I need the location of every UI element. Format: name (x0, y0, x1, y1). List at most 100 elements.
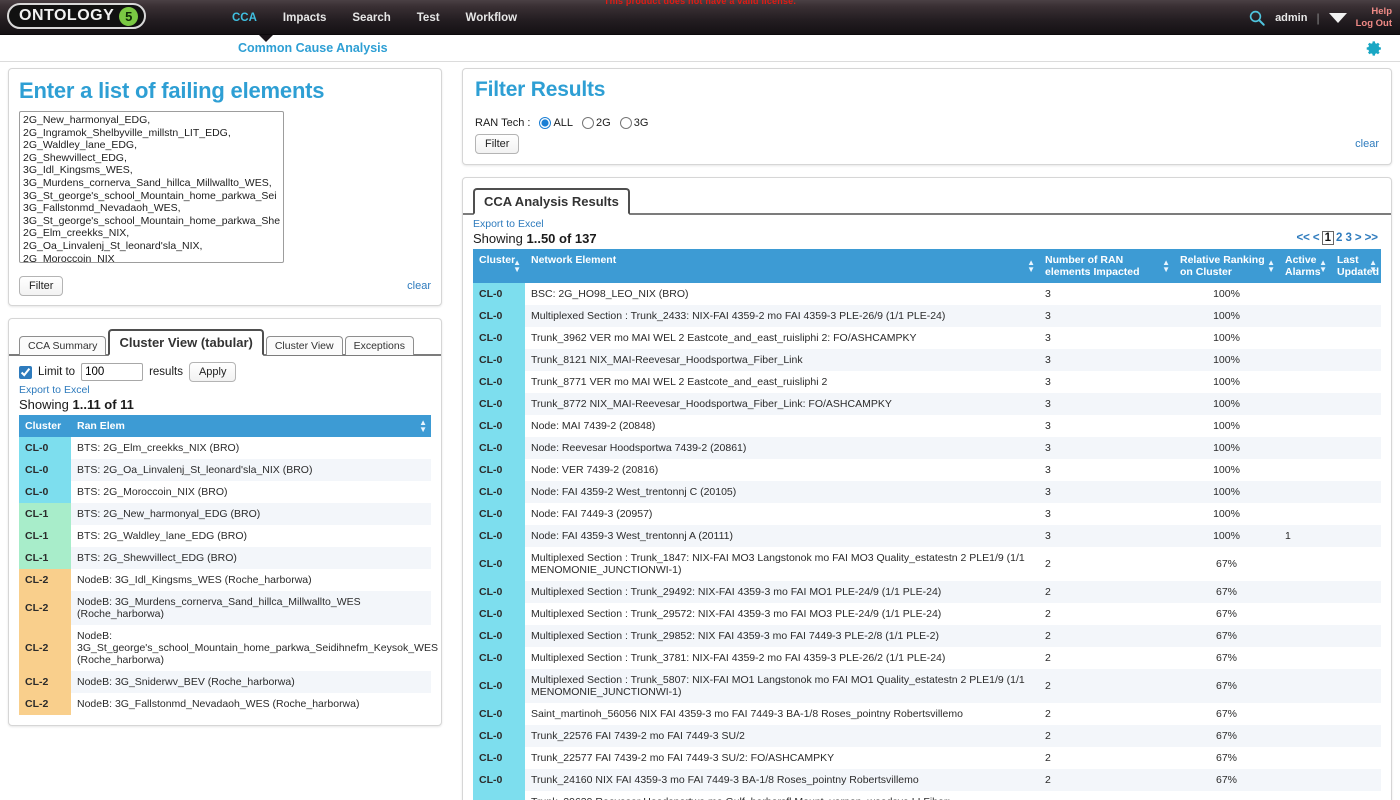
table-row[interactable]: CL-2NodeB: 3G_Sniderwv_BEV (Roche_harbor… (19, 671, 431, 693)
pager-page-3[interactable]: 3 (1344, 232, 1352, 244)
pager-last[interactable]: >> (1364, 232, 1379, 244)
pager-first[interactable]: << (1295, 232, 1310, 244)
pager-page-1[interactable]: 1 (1322, 231, 1334, 245)
table-row[interactable]: CL-0Trunk_8772 NIX_MAI-Reevesar_Hoodspor… (473, 393, 1381, 415)
table-row[interactable]: CL-0Node: VER 7439-2 (20816)3100% (473, 459, 1381, 481)
table-row[interactable]: CL-0BTS: 2G_Elm_creekks_NIX (BRO) (19, 437, 431, 459)
cca-analysis-results-table: Cluster ▲▼ Network Element ▲▼ Number of … (473, 249, 1381, 800)
export-to-excel-link-left[interactable]: Export to Excel (9, 384, 441, 396)
table-row[interactable]: CL-0Node: Reevesar Hoodsportwa 7439-2 (2… (473, 437, 1381, 459)
apply-button[interactable]: Apply (189, 362, 237, 382)
col-cluster[interactable]: Cluster (19, 415, 71, 437)
failing-elements-input[interactable]: 2G_New_harmonyal_EDG, 2G_Ingramok_Shelby… (19, 111, 284, 263)
col-network-element[interactable]: Network Element ▲▼ (525, 249, 1039, 283)
filter-button-right[interactable]: Filter (475, 134, 519, 154)
table-row[interactable]: CL-0Multiplexed Section : Trunk_29852: N… (473, 625, 1381, 647)
cell-ran-elements-impacted: 2 (1039, 625, 1174, 647)
table-row[interactable]: CL-0Trunk_8771 VER mo MAI WEL 2 Eastcote… (473, 371, 1381, 393)
tab-cluster-view-tabular[interactable]: Cluster View (tabular) (108, 329, 263, 356)
filter-actions-right: Filter clear (463, 129, 1391, 164)
radio-2g[interactable] (582, 117, 594, 129)
pagination: << < 1 2 3 > >> (1295, 231, 1379, 245)
limit-value-input[interactable] (81, 363, 143, 381)
table-row[interactable]: CL-0Trunk_3962 VER mo MAI WEL 2 Eastcote… (473, 327, 1381, 349)
nav-item-workflow[interactable]: Workflow (466, 12, 518, 24)
cell-last-updated (1331, 415, 1381, 437)
cell-network-element: Saint_martinoh_56056 NIX FAI 4359-3 mo F… (525, 703, 1039, 725)
radio-3g[interactable] (620, 117, 632, 129)
tab-cluster-view[interactable]: Cluster View (266, 336, 343, 355)
table-row[interactable]: CL-0Trunk_24160 NIX FAI 4359-3 mo FAI 74… (473, 769, 1381, 791)
chevron-down-icon[interactable] (1329, 13, 1347, 23)
sort-icon[interactable]: ▲▼ (1319, 259, 1327, 273)
cell-ran-elem: BTS: 2G_Elm_creekks_NIX (BRO) (71, 437, 431, 459)
app-logo[interactable]: ONTOLOGY 5 (7, 3, 146, 29)
table-row[interactable]: CL-0Multiplexed Section : Trunk_29572: N… (473, 603, 1381, 625)
col-ran-elem[interactable]: Ran Elem ▲▼ (71, 415, 431, 437)
clear-link-left[interactable]: clear (407, 280, 431, 292)
table-row[interactable]: CL-0Trunk_22576 FAI 7439-2 mo FAI 7449-3… (473, 725, 1381, 747)
sort-icon[interactable]: ▲▼ (513, 259, 521, 273)
table-row[interactable]: CL-2NodeB: 3G_St_george's_school_Mountai… (19, 625, 431, 671)
radio-all[interactable] (539, 117, 551, 129)
table-row[interactable]: CL-0Trunk_8121 NIX_MAI-Reevesar_Hoodspor… (473, 349, 1381, 371)
table-row[interactable]: CL-0Trunk_22577 FAI 7439-2 mo FAI 7449-3… (473, 747, 1381, 769)
table-row[interactable]: CL-2NodeB: 3G_Idl_Kingsms_WES (Roche_har… (19, 569, 431, 591)
sort-icon[interactable]: ▲▼ (1162, 259, 1170, 273)
logout-link[interactable]: Log Out (1356, 18, 1392, 30)
nav-item-cca[interactable]: CCA (232, 12, 257, 24)
filter-button-left[interactable]: Filter (19, 276, 63, 296)
col-cluster[interactable]: Cluster ▲▼ (473, 249, 525, 283)
table-row[interactable]: CL-2NodeB: 3G_Murdens_cornerva_Sand_hill… (19, 591, 431, 625)
table-row[interactable]: CL-0Multiplexed Section : Trunk_2433: NI… (473, 305, 1381, 327)
search-icon[interactable] (1248, 9, 1266, 27)
col-last-updated[interactable]: Last Updated ▲▼ (1331, 249, 1381, 283)
table-row[interactable]: CL-1BTS: 2G_New_harmonyal_EDG (BRO) (19, 503, 431, 525)
table-row[interactable]: CL-0Node: FAI 4359-3 West_trentonnj A (2… (473, 525, 1381, 547)
nav-item-impacts[interactable]: Impacts (283, 12, 326, 24)
logo-text: ONTOLOGY (19, 7, 114, 25)
cell-active-alarms (1279, 747, 1331, 769)
table-row[interactable]: CL-0Multiplexed Section : Trunk_1847: NI… (473, 547, 1381, 581)
radio-option-2g[interactable]: 2G (577, 117, 611, 129)
sort-icon[interactable]: ▲▼ (1267, 259, 1275, 273)
gear-icon[interactable] (1366, 40, 1383, 57)
col-ran-elements-impacted[interactable]: Number of RAN elements Impacted ▲▼ (1039, 249, 1174, 283)
tab-cca-analysis-results[interactable]: CCA Analysis Results (473, 188, 630, 215)
table-row[interactable]: CL-0BSC: 2G_HO98_LEO_NIX (BRO)3100% (473, 283, 1381, 305)
table-row[interactable]: CL-0Multiplexed Section : Trunk_3781: NI… (473, 647, 1381, 669)
table-row[interactable]: CL-2NodeB: 3G_Fallstonmd_Nevadaoh_WES (R… (19, 693, 431, 715)
help-link[interactable]: Help (1371, 6, 1392, 18)
pager-page-2[interactable]: 2 (1335, 232, 1343, 244)
nav-item-search[interactable]: Search (352, 12, 390, 24)
table-row[interactable]: CL-0Multiplexed Section : Trunk_29492: N… (473, 581, 1381, 603)
tab-exceptions[interactable]: Exceptions (345, 336, 414, 355)
clear-link-right[interactable]: clear (1355, 138, 1379, 150)
limit-checkbox[interactable] (19, 366, 32, 379)
table-row[interactable]: CL-0Trunk_29639 Reevesar Hoodsportwa mo … (473, 791, 1381, 800)
radio-option-all[interactable]: ALL (534, 117, 573, 129)
cell-active-alarms (1279, 503, 1331, 525)
breadcrumb[interactable]: Common Cause Analysis (238, 41, 388, 55)
table-row[interactable]: CL-0BTS: 2G_Oa_Linvalenj_St_leonard'sla_… (19, 459, 431, 481)
table-row[interactable]: CL-0BTS: 2G_Moroccoin_NIX (BRO) (19, 481, 431, 503)
table-row[interactable]: CL-1BTS: 2G_Shewvillect_EDG (BRO) (19, 547, 431, 569)
col-active-alarms[interactable]: Active Alarms ▲▼ (1279, 249, 1331, 283)
table-row[interactable]: CL-0Multiplexed Section : Trunk_5807: NI… (473, 669, 1381, 703)
table-row[interactable]: CL-0Node: FAI 4359-2 West_trentonnj C (2… (473, 481, 1381, 503)
col-relative-ranking[interactable]: Relative Ranking on Cluster ▲▼ (1174, 249, 1279, 283)
sort-icon[interactable]: ▲▼ (1369, 259, 1377, 273)
table-row[interactable]: CL-0Node: FAI 7449-3 (20957)3100% (473, 503, 1381, 525)
textarea-wrap: 2G_New_harmonyal_EDG, 2G_Ingramok_Shelby… (9, 111, 441, 274)
sort-icon[interactable]: ▲▼ (1027, 259, 1035, 273)
table-row[interactable]: CL-0Node: MAI 7439-2 (20848)3100% (473, 415, 1381, 437)
table-row[interactable]: CL-1BTS: 2G_Waldley_lane_EDG (BRO) (19, 525, 431, 547)
radio-option-3g[interactable]: 3G (615, 117, 649, 129)
table-row[interactable]: CL-0Saint_martinoh_56056 NIX FAI 4359-3 … (473, 703, 1381, 725)
pager-next[interactable]: > (1354, 232, 1363, 244)
sort-icon[interactable]: ▲▼ (419, 419, 427, 433)
nav-item-test[interactable]: Test (417, 12, 440, 24)
export-to-excel-link-right[interactable]: Export to Excel (463, 215, 1391, 230)
tab-cca-summary[interactable]: CCA Summary (19, 336, 106, 355)
pager-prev[interactable]: < (1312, 232, 1321, 244)
